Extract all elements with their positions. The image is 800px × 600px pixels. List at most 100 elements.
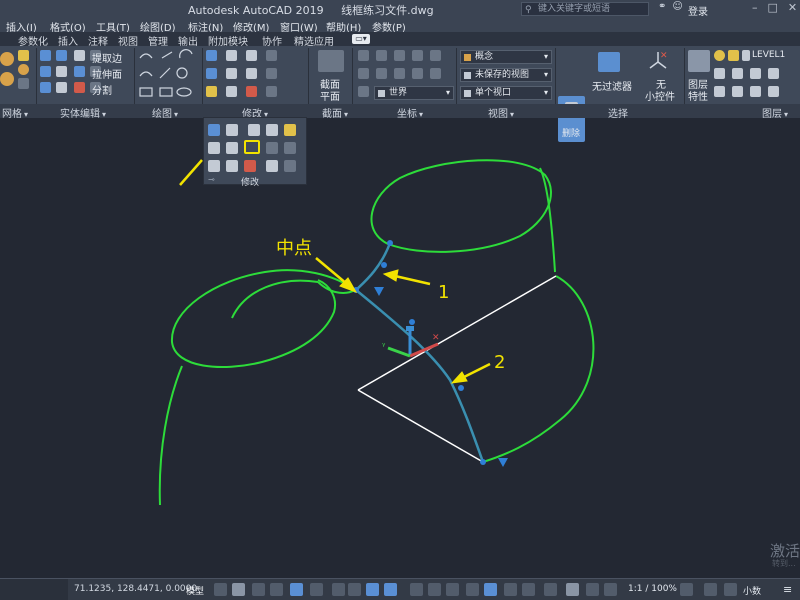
layer-off-icon[interactable] [768,68,779,79]
ucs-icon[interactable] [358,50,369,61]
reverse-flyout-icon[interactable] [226,160,238,172]
add-icon[interactable] [704,583,717,596]
move-3d-icon[interactable] [206,50,217,61]
section-label-bottom[interactable]: 平面 [320,88,340,103]
layer-iso-icon[interactable] [732,68,743,79]
blend-flyout-icon[interactable] [244,160,256,172]
grips[interactable] [353,240,508,467]
align-icon[interactable] [206,68,217,79]
drawing-canvas[interactable]: ✕ ᵧ 中点 1 2 [0,118,800,578]
filter-cube-icon[interactable] [598,52,620,72]
layer-unisolate-icon[interactable] [750,68,761,79]
ucs-y-icon[interactable] [412,50,423,61]
annotation-monitor-icon[interactable] [504,583,517,596]
mirror-3d-icon[interactable] [206,86,217,97]
edit-spline-flyout-icon[interactable] [284,142,296,154]
polar-icon[interactable] [290,583,303,596]
explode-flyout-icon[interactable] [208,142,220,154]
move-icon[interactable] [246,50,257,61]
user-icon[interactable]: ☺ [672,1,682,12]
grid-icon[interactable] [214,583,227,596]
lengthen-flyout-icon[interactable] [266,142,278,154]
ucs-x-icon[interactable] [394,50,405,61]
isolate-objects-icon[interactable] [724,583,737,596]
ortho-icon[interactable] [252,583,265,596]
named-view-dropdown[interactable]: 未保存的视图 ▾ [460,68,552,82]
object-snap-tracking-icon[interactable] [332,583,345,596]
object-snap-icon[interactable] [366,583,379,596]
ribbon-toggle-button[interactable]: ▭▾ [352,34,370,44]
ucs-origin-icon[interactable] [358,68,369,79]
annotation-visibility-icon[interactable] [586,583,599,596]
ucs-gizmo[interactable]: ✕ ᵧ [382,326,440,358]
layer-on-icon[interactable] [714,50,725,61]
coordinates-readout[interactable]: 71.1235, 128.4471, 0.0000 [74,584,197,594]
layer-properties-icon[interactable] [688,50,710,72]
ucs-3point-icon[interactable] [430,68,441,79]
units-display[interactable]: 小数 [743,584,761,597]
copy-icon[interactable] [246,68,257,79]
mesh-sphere-icon[interactable] [0,52,14,66]
mesh-grid-icon[interactable] [18,78,29,89]
maximize-icon[interactable]: □ [768,1,778,14]
ucs-world-dropdown[interactable]: 世界 ▾ [374,86,454,100]
ucs-object-icon[interactable] [394,68,405,79]
slice-icon[interactable] [56,66,67,77]
annotation-scale[interactable]: 1:1 / 100% [628,584,677,594]
trim-icon[interactable] [266,50,277,61]
array-icon[interactable] [226,68,237,79]
ucs-named-icon[interactable] [358,86,369,97]
ucs-z-icon[interactable] [430,50,441,61]
ucs-view-icon[interactable] [376,68,387,79]
layer-props-bottom[interactable]: 特性 [688,88,708,103]
visual-style-dropdown[interactable]: 概念 ▾ [460,50,552,64]
lineweight-icon[interactable] [348,583,361,596]
viewport-dropdown[interactable]: 单个视口 ▾ [460,86,552,100]
shell-icon[interactable] [40,82,51,93]
quick-properties-icon[interactable] [544,583,557,596]
snap-icon[interactable] [232,583,245,596]
layer-lock-icon[interactable] [714,86,725,97]
ucs-face-icon[interactable] [412,68,423,79]
layer-freeze-icon[interactable] [728,50,739,61]
intersect-icon[interactable] [40,66,51,77]
mesh-cone-icon[interactable] [18,64,29,75]
ucs-world-icon[interactable] [376,50,387,61]
layer-merge-icon[interactable] [768,86,779,97]
overkill-flyout-icon[interactable] [266,160,278,172]
layer-walk-icon[interactable] [750,86,761,97]
warning-flyout-icon[interactable] [284,124,296,136]
separate-label[interactable]: 分割 [92,82,112,97]
gizmo-status-icon[interactable] [484,583,497,596]
union-icon[interactable] [40,50,51,61]
rotate-3d-icon[interactable] [226,50,237,61]
section-plane-icon[interactable] [318,50,344,72]
transparency-icon[interactable] [446,583,459,596]
fillet-icon[interactable] [266,68,277,79]
units-icon[interactable] [522,583,535,596]
copy-flyout-icon[interactable] [226,124,238,136]
dynamic-ucs-icon[interactable] [410,583,423,596]
slice-flyout-icon[interactable] [208,124,220,136]
layer-unlock-icon[interactable] [732,86,743,97]
dynamic-input-icon[interactable] [428,583,441,596]
offset-icon[interactable] [226,86,237,97]
extract-edges-label[interactable]: 提取边 [92,50,122,65]
3d-osnap-icon[interactable] [384,583,397,596]
isodraft-icon[interactable] [310,583,323,596]
gizmo-icon[interactable]: ✕ [648,50,668,72]
model-space-button[interactable]: 模型 [186,584,204,597]
imprint-flyout-icon[interactable] [248,124,260,136]
stretch-icon[interactable] [246,86,257,97]
close-icon[interactable]: ✕ [788,1,797,14]
offset-face-icon[interactable] [74,82,85,93]
scale-flyout-icon[interactable] [266,124,278,136]
no-filter-label[interactable]: 无过滤器 [592,78,632,93]
autoscale-icon[interactable] [604,583,617,596]
customization-menu-icon[interactable]: ≡ [783,583,792,596]
binoculars-icon[interactable]: ⚭ [658,1,666,12]
mesh-smooth-icon[interactable] [0,72,14,86]
taper-icon[interactable] [74,66,85,77]
layer-color-icon[interactable] [742,50,750,61]
login-button[interactable]: 登录 [688,3,708,18]
